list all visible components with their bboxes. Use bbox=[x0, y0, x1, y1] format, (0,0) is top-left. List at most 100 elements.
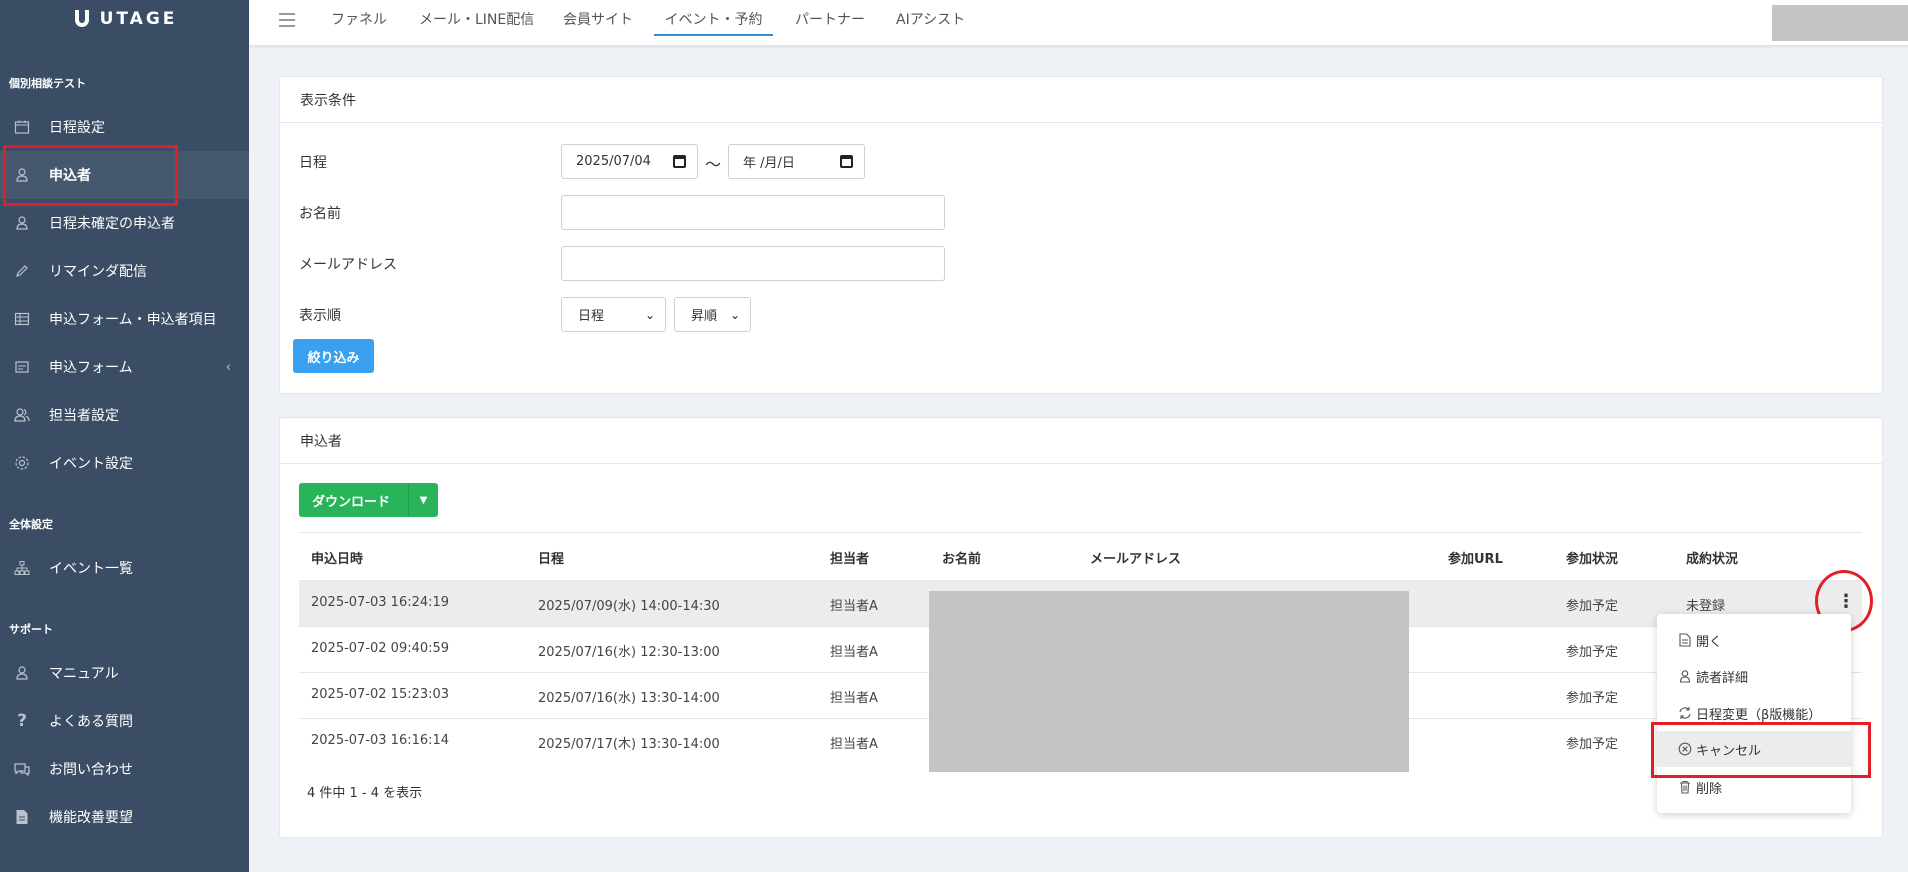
tab-member-site[interactable]: 会員サイト bbox=[563, 9, 633, 29]
sidebar-item-reminder[interactable]: リマインダ配信 bbox=[0, 247, 249, 295]
col-email: メールアドレス bbox=[1090, 552, 1182, 567]
sidebar-item-schedule[interactable]: 日程設定 bbox=[0, 103, 249, 151]
col-staff: 担当者 bbox=[830, 552, 870, 567]
cell-staff: 担当者A bbox=[830, 691, 878, 706]
sidebar-item-label: イベント設定 bbox=[49, 456, 133, 472]
tab-partner[interactable]: パートナー bbox=[795, 9, 865, 29]
date-from-input[interactable]: 2025/07/04 bbox=[561, 144, 698, 179]
cell-staff: 担当者A bbox=[830, 599, 878, 614]
sidebar-item-manual[interactable]: マニュアル bbox=[0, 649, 249, 697]
tab-funnel[interactable]: ファネル bbox=[331, 9, 387, 29]
menu-item-label: 読者詳細 bbox=[1696, 670, 1749, 686]
sidebar-item-faq[interactable]: ? よくある質問 bbox=[0, 697, 249, 745]
account-menu-redacted[interactable] bbox=[1772, 5, 1908, 41]
cell-attendance: 参加予定 bbox=[1566, 645, 1619, 660]
hamburger-menu-icon[interactable] bbox=[279, 13, 295, 27]
cell-schedule: 2025/07/16(水) 13:30-14:00 bbox=[538, 691, 720, 706]
menu-item-open[interactable]: 開く bbox=[1657, 622, 1851, 658]
filter-card: 表示条件 bbox=[279, 76, 1883, 394]
col-applied-at: 申込日時 bbox=[311, 552, 364, 567]
calendar-icon[interactable] bbox=[673, 155, 686, 168]
person-icon bbox=[13, 664, 31, 682]
cell-staff: 担当者A bbox=[830, 645, 878, 660]
order-direction-select[interactable]: 昇順 ⌄ bbox=[674, 297, 751, 332]
form-icon bbox=[13, 358, 31, 376]
sidebar-section-global: 全体設定 bbox=[9, 518, 53, 531]
sidebar-item-label: 機能改善要望 bbox=[49, 810, 133, 826]
col-name: お名前 bbox=[942, 552, 982, 567]
pagination-summary: 4 件中 1 - 4 を表示 bbox=[307, 786, 423, 801]
menu-item-label: キャンセル bbox=[1696, 743, 1762, 759]
sidebar-item-applicants[interactable]: 申込者 bbox=[0, 151, 249, 199]
person-icon bbox=[13, 214, 31, 232]
person-icon bbox=[13, 166, 31, 184]
sidebar-item-event-settings[interactable]: イベント設定 bbox=[0, 439, 249, 487]
sidebar: UTAGE 個別相談テスト 日程設定 申込者 日程未確定の申込者 リマインダ配信… bbox=[0, 0, 249, 872]
tab-event-booking[interactable]: イベント・予約 bbox=[654, 9, 773, 36]
cancel-circle-icon bbox=[1678, 742, 1692, 756]
cell-staff: 担当者A bbox=[830, 737, 878, 752]
document-icon bbox=[1678, 633, 1692, 647]
sidebar-item-label: マニュアル bbox=[49, 666, 119, 682]
logo-text: UTAGE bbox=[99, 9, 178, 29]
download-label: ダウンロード bbox=[312, 494, 391, 510]
date-to-input[interactable]: 年 /月/日 bbox=[728, 144, 865, 179]
sidebar-item-staff[interactable]: 担当者設定 bbox=[0, 391, 249, 439]
filter-card-title: 表示条件 bbox=[280, 77, 1882, 123]
menu-item-label: 削除 bbox=[1696, 781, 1723, 797]
order-field-select[interactable]: 日程 ⌄ bbox=[561, 297, 666, 332]
filter-submit-button[interactable]: 絞り込み bbox=[293, 339, 374, 373]
cell-applied-at: 2025-07-03 16:24:19 bbox=[311, 595, 450, 610]
sidebar-item-event-list[interactable]: イベント一覧 bbox=[0, 544, 249, 592]
menu-item-reschedule[interactable]: 日程変更（β版機能） bbox=[1657, 695, 1851, 731]
row-actions-menu: 開く 読者詳細 日程変更（β版機能） キャンセル 削除 bbox=[1657, 614, 1851, 813]
cell-attendance: 参加予定 bbox=[1566, 599, 1619, 614]
pencil-icon bbox=[13, 262, 31, 280]
menu-item-cancel[interactable]: キャンセル bbox=[1657, 731, 1851, 767]
sidebar-item-label: お問い合わせ bbox=[49, 762, 133, 778]
col-join-url: 参加URL bbox=[1448, 552, 1503, 567]
cell-attendance: 参加予定 bbox=[1566, 691, 1619, 706]
sidebar-item-feature-request[interactable]: 機能改善要望 bbox=[0, 793, 249, 841]
sidebar-item-label: リマインダ配信 bbox=[49, 264, 147, 280]
caret-down-icon[interactable]: ▼ bbox=[408, 483, 438, 517]
menu-item-reader-detail[interactable]: 読者詳細 bbox=[1657, 658, 1851, 694]
row-actions-kebab-icon[interactable]: ⋮ bbox=[1837, 591, 1855, 612]
order-field-value: 日程 bbox=[578, 309, 605, 324]
sidebar-item-unscheduled-applicants[interactable]: 日程未確定の申込者 bbox=[0, 199, 249, 247]
sidebar-item-contact[interactable]: お問い合わせ bbox=[0, 745, 249, 793]
cell-schedule: 2025/07/09(水) 14:00-14:30 bbox=[538, 599, 720, 614]
sidebar-item-label: 申込フォーム・申込者項目 bbox=[49, 312, 217, 328]
download-button[interactable]: ダウンロード ▼ bbox=[299, 483, 438, 517]
cell-schedule: 2025/07/17(木) 13:30-14:00 bbox=[538, 737, 720, 752]
tab-mail-line[interactable]: メール・LINE配信 bbox=[419, 9, 534, 29]
calendar-icon bbox=[13, 118, 31, 136]
col-schedule: 日程 bbox=[538, 552, 565, 567]
order-label: 表示順 bbox=[299, 308, 341, 324]
tab-ai-assist[interactable]: AIアシスト bbox=[896, 9, 965, 29]
name-input[interactable] bbox=[561, 195, 945, 230]
col-attendance: 参加状況 bbox=[1566, 552, 1619, 567]
cell-deal-status: 未登録 bbox=[1686, 599, 1726, 614]
people-icon bbox=[13, 406, 31, 424]
menu-item-delete[interactable]: 削除 bbox=[1657, 769, 1851, 805]
utage-logo-icon bbox=[74, 10, 89, 27]
sidebar-item-label: 申込者 bbox=[49, 168, 91, 184]
sidebar-section-event: 個別相談テスト bbox=[9, 77, 86, 90]
email-input[interactable] bbox=[561, 246, 945, 281]
sidebar-item-label: 日程未確定の申込者 bbox=[49, 216, 175, 232]
sidebar-item-label: 申込フォーム bbox=[49, 360, 133, 376]
calendar-icon[interactable] bbox=[840, 155, 853, 168]
gear-icon bbox=[13, 454, 31, 472]
sidebar-item-forms[interactable]: 申込フォーム ‹ bbox=[0, 343, 249, 391]
menu-item-label: 開く bbox=[1696, 634, 1723, 650]
sidebar-item-label: 担当者設定 bbox=[49, 408, 119, 424]
range-separator: 〜 bbox=[705, 155, 722, 174]
sidebar-item-form-fields[interactable]: 申込フォーム・申込者項目 bbox=[0, 295, 249, 343]
order-direction-value: 昇順 bbox=[691, 309, 718, 324]
chevron-down-icon: ⌄ bbox=[729, 308, 740, 322]
trash-icon bbox=[1678, 780, 1692, 794]
logo[interactable]: UTAGE bbox=[0, 0, 249, 38]
date-from-value: 2025/07/04 bbox=[576, 154, 651, 169]
menu-item-label: 日程変更（β版機能） bbox=[1696, 707, 1822, 723]
